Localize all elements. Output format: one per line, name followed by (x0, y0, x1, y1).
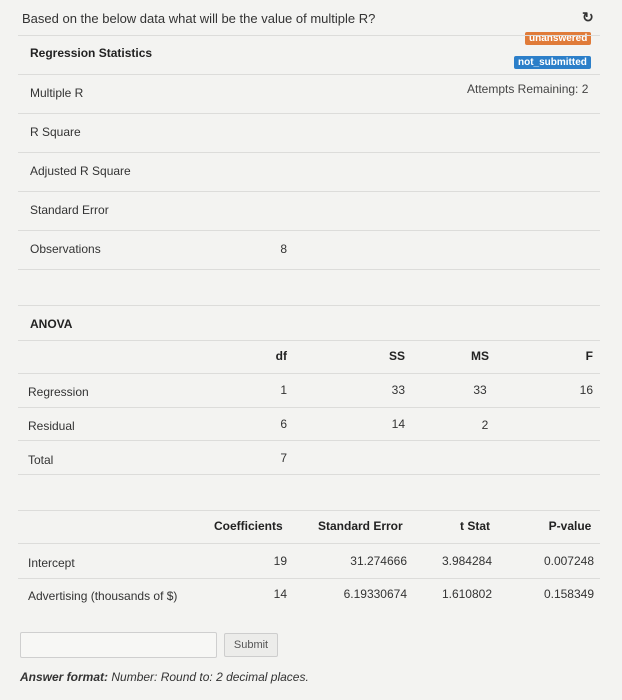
divider (18, 340, 600, 341)
coef-intercept-t: 3.984284 (441, 554, 492, 568)
stat-label-r-square: R Square (30, 125, 81, 139)
divider (18, 373, 600, 374)
coef-advertising-value: 14 (273, 587, 287, 601)
coef-intercept-p: 0.007248 (543, 554, 594, 568)
regression-stats-title: Regression Statistics (30, 46, 153, 60)
answer-format-label: Answer format: (20, 670, 109, 684)
anova-header-f: F (585, 349, 593, 363)
coef-header-t-stat: t Stat (460, 519, 490, 533)
stat-value-observations: 8 (280, 242, 287, 256)
answer-format-text: Number: Round to: 2 decimal places. (111, 670, 309, 684)
stat-label-adjusted-r-square: Adjusted R Square (30, 164, 131, 178)
divider (18, 474, 600, 475)
coef-header-coefficients: Coefficients (214, 519, 283, 533)
anova-row-label-residual: Residual (28, 419, 75, 433)
not-submitted-badge: not_submitted (514, 56, 591, 69)
anova-regression-f: 16 (579, 383, 593, 397)
coef-advertising-p: 0.158349 (543, 587, 594, 601)
divider (18, 269, 600, 270)
anova-regression-ss: 33 (391, 383, 405, 397)
anova-row-label-regression: Regression (28, 385, 89, 399)
question-text: Based on the below data what will be the… (22, 11, 376, 26)
answer-format: Answer format: Number: Round to: 2 decim… (20, 670, 309, 684)
coef-intercept-value: 19 (273, 554, 287, 568)
stat-label-standard-error: Standard Error (30, 203, 109, 217)
coef-row-label-advertising: Advertising (thousands of $) (28, 589, 178, 603)
anova-row-label-total: Total (28, 453, 54, 467)
anova-regression-df: 1 (280, 383, 287, 397)
coef-intercept-se: 31.274666 (350, 554, 407, 568)
refresh-icon[interactable]: ↻ (582, 9, 594, 26)
divider (18, 35, 600, 36)
divider (18, 113, 600, 114)
submit-button[interactable]: Submit (224, 633, 278, 657)
anova-regression-ms: 33 (473, 383, 487, 397)
coef-advertising-se: 6.19330674 (343, 587, 407, 601)
anova-header-df: df (275, 349, 287, 363)
divider (18, 152, 600, 153)
answer-input[interactable] (20, 632, 217, 658)
divider (18, 543, 600, 544)
anova-residual-df: 6 (280, 417, 287, 431)
coef-row-label-intercept: Intercept (28, 556, 75, 570)
stat-label-multiple-r: Multiple R (30, 86, 84, 100)
divider (18, 74, 600, 75)
attempts-remaining: Attempts Remaining: 2 (467, 82, 589, 96)
unanswered-badge: unanswered (525, 32, 592, 45)
anova-title: ANOVA (30, 317, 73, 331)
coef-header-standard-error: Standard Error (318, 519, 403, 533)
divider (18, 305, 600, 306)
divider (18, 230, 600, 231)
divider (18, 578, 600, 579)
anova-header-ms: MS (471, 349, 489, 363)
anova-total-df: 7 (280, 451, 287, 465)
divider (18, 510, 600, 511)
anova-residual-ss: 14 (391, 417, 405, 431)
divider (18, 191, 600, 192)
anova-header-ss: SS (388, 349, 405, 363)
divider (18, 407, 600, 408)
anova-residual-ms: 2 (481, 418, 489, 432)
stat-label-observations: Observations (30, 242, 101, 256)
divider (18, 440, 600, 441)
coef-header-p-value: P-value (548, 519, 592, 533)
coef-advertising-t: 1.610802 (441, 587, 492, 601)
